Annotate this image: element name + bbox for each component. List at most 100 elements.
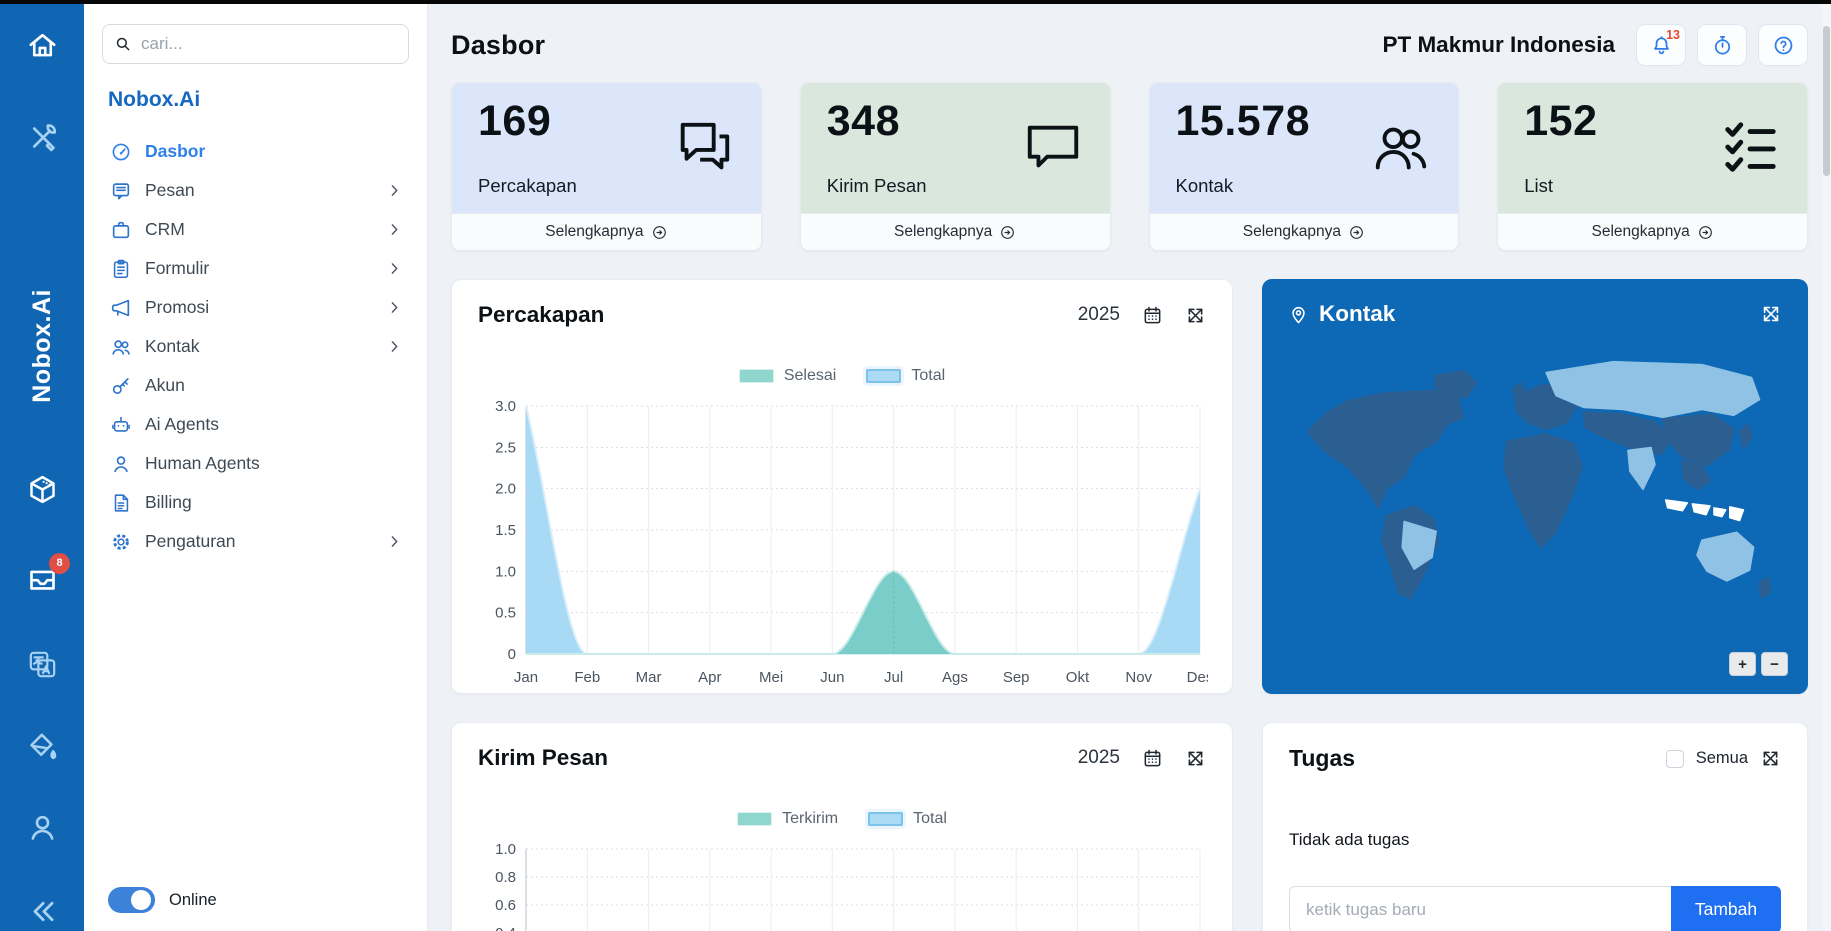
sidebar-item-kontak[interactable]: Kontak	[102, 327, 409, 366]
rail-item-translate[interactable]	[20, 645, 64, 684]
toggle-knob	[131, 890, 151, 910]
map-region-highlight	[1546, 362, 1759, 417]
page-scrollbar[interactable]	[1822, 4, 1831, 931]
rail-brand-vertical: Nobox.Ai	[28, 243, 57, 448]
svg-text:Feb: Feb	[574, 669, 600, 686]
chart-plot: 1.00.80.60.40.20JanFebMarAprMeiJunJulAgs…	[478, 837, 1208, 931]
expand-icon[interactable]	[1760, 748, 1781, 769]
history-button[interactable]	[1697, 24, 1747, 66]
add-task-button[interactable]: Tambah	[1671, 886, 1781, 931]
notifications-button[interactable]: 13	[1636, 24, 1686, 66]
stat-more-link[interactable]: Selengkapnya	[801, 213, 1110, 250]
arrow-circle-icon	[1697, 224, 1714, 241]
rail-item-home[interactable]	[20, 26, 64, 65]
map-region-indonesia	[1730, 507, 1744, 521]
expand-icon[interactable]	[1185, 305, 1206, 326]
legend-swatch	[739, 369, 774, 383]
chat-double-icon	[673, 117, 735, 179]
chart-title: Kirim Pesan	[478, 745, 608, 771]
tasks-empty-text: Tidak ada tugas	[1289, 830, 1781, 850]
svg-text:Jun: Jun	[820, 669, 844, 686]
sidebar-item-formulir[interactable]: Formulir	[102, 249, 409, 288]
rail-item-tools[interactable]	[20, 117, 64, 156]
sidebar-item-dasbor[interactable]: Dasbor	[102, 132, 409, 171]
rail-item-collapse[interactable]	[20, 892, 64, 931]
stopwatch-icon	[1711, 34, 1734, 57]
rail-item-profile[interactable]	[20, 808, 64, 847]
svg-text:Okt: Okt	[1066, 669, 1090, 686]
sidebar-item-pesan[interactable]: Pesan	[102, 171, 409, 210]
legend-item-total[interactable]: Total	[868, 810, 947, 828]
page-header: Dasbor PT Makmur Indonesia 13	[451, 24, 1808, 66]
paint-bucket-icon	[26, 730, 59, 763]
svg-text:0.5: 0.5	[495, 605, 516, 622]
new-task-input[interactable]	[1289, 886, 1671, 931]
chat-single-icon	[1022, 117, 1084, 179]
svg-text:Apr: Apr	[698, 669, 721, 686]
stat-more-link[interactable]: Selengkapnya	[1498, 213, 1807, 250]
sidebar-item-ai-agents[interactable]: Ai Agents	[102, 405, 409, 444]
map-zoom-out-button[interactable]: −	[1761, 652, 1788, 676]
svg-text:2.5: 2.5	[495, 439, 516, 456]
chart-year-selector[interactable]: 2025	[1078, 747, 1120, 769]
arrow-circle-icon	[1348, 224, 1365, 241]
svg-text:Mar: Mar	[636, 669, 662, 686]
panels-row-1: Percakapan2025SelesaiTotal3.02.52.01.51.…	[451, 279, 1808, 694]
sidebar-item-pengaturan[interactable]: Pengaturan	[102, 522, 409, 561]
checklist-icon	[1719, 117, 1781, 179]
stat-card-list: 152ListSelengkapnya	[1497, 82, 1808, 251]
chevron-right-icon	[386, 299, 403, 316]
sidebar-item-billing[interactable]: Billing	[102, 483, 409, 522]
chevron-right-icon	[386, 221, 403, 238]
legend-item-terkirim[interactable]: Terkirim	[737, 810, 838, 828]
online-toggle[interactable]	[108, 887, 155, 913]
rail-item-paint[interactable]	[20, 727, 64, 766]
chevron-right-icon	[386, 338, 403, 355]
briefcase-icon	[110, 219, 132, 241]
chart-year-selector[interactable]: 2025	[1078, 304, 1120, 326]
chart-plot: 3.02.52.01.51.00.50JanFebMarAprMeiJunJul…	[478, 394, 1208, 696]
rail-item-inbox[interactable]: 8	[20, 560, 64, 599]
stat-value: 348	[827, 97, 900, 146]
svg-text:0.8: 0.8	[495, 869, 516, 886]
rail-item-box[interactable]	[20, 470, 64, 509]
sidebar-item-promosi[interactable]: Promosi	[102, 288, 409, 327]
map-zoom-in-button[interactable]: +	[1729, 652, 1756, 676]
map-card-title: Kontak	[1288, 301, 1395, 327]
stat-label: Kirim Pesan	[827, 175, 927, 197]
calendar-icon[interactable]	[1142, 305, 1163, 326]
stat-card-kontak: 15.578KontakSelengkapnya	[1149, 82, 1460, 251]
sidebar-item-human-agents[interactable]: Human Agents	[102, 444, 409, 483]
people-icon	[110, 336, 132, 358]
page-title: Dasbor	[451, 30, 545, 61]
kirim-pesan-chart-card: Kirim Pesan2025TerkirimTotal1.00.80.60.4…	[451, 722, 1233, 931]
expand-icon[interactable]	[1760, 303, 1782, 325]
map-region-indonesia	[1692, 504, 1710, 515]
arrow-circle-icon	[999, 224, 1016, 241]
expand-icon[interactable]	[1185, 748, 1206, 769]
arrow-circle-icon	[651, 224, 668, 241]
clipboard-icon	[110, 258, 132, 280]
map-region	[1584, 412, 1673, 454]
search-input[interactable]	[102, 24, 409, 64]
stat-label: Kontak	[1176, 175, 1234, 197]
stat-more-link[interactable]: Selengkapnya	[452, 213, 761, 250]
legend-item-selesai[interactable]: Selesai	[739, 367, 836, 385]
icon-rail: Nobox.Ai 8	[0, 4, 84, 931]
help-icon	[1772, 34, 1795, 57]
svg-text:1.0: 1.0	[495, 841, 516, 858]
online-label: Online	[169, 891, 217, 910]
calendar-icon[interactable]	[1142, 748, 1163, 769]
sidebar-item-akun[interactable]: Akun	[102, 366, 409, 405]
search-icon	[114, 35, 132, 53]
chevron-right-icon	[386, 533, 403, 550]
home-icon	[26, 29, 59, 62]
legend-item-total[interactable]: Total	[866, 367, 945, 385]
stat-more-link[interactable]: Selengkapnya	[1150, 213, 1459, 250]
sidebar-item-crm[interactable]: CRM	[102, 210, 409, 249]
stat-label: Percakapan	[478, 175, 577, 197]
scrollbar-thumb[interactable]	[1823, 26, 1830, 176]
gear-icon	[110, 531, 132, 553]
select-all-checkbox[interactable]	[1666, 750, 1684, 768]
help-button[interactable]	[1758, 24, 1808, 66]
